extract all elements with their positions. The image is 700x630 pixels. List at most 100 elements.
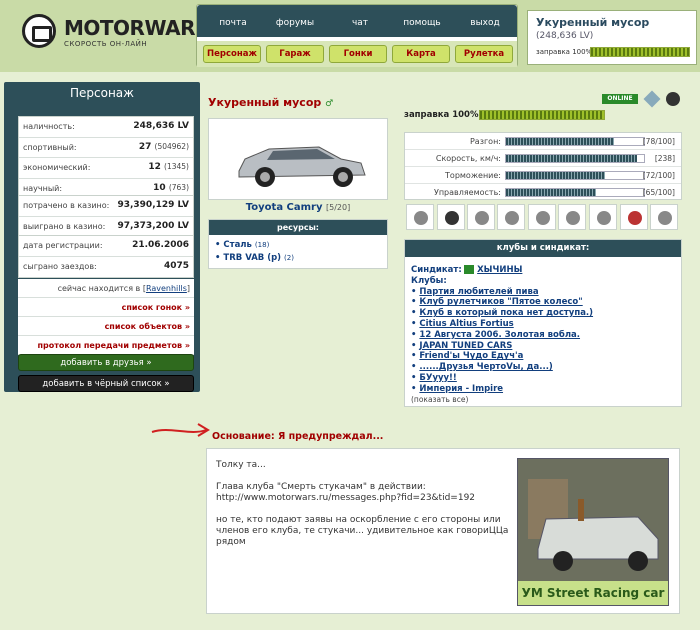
club-item[interactable]: Клуб рулетчиков "Пятое колесо" [411,297,675,308]
profile-fuel-bar [479,110,605,120]
part-wiring-icon[interactable] [620,204,648,230]
fuel-label: заправка 100% [536,48,593,56]
nav-mail[interactable]: почта [203,18,263,28]
stats-box-casino: потрачено в казино: 93,390,129 LV выигран… [18,195,194,238]
stat-row: потрачено в казино: 93,390,129 LV [19,196,193,217]
part-turbo-icon[interactable] [558,204,586,230]
stat-label: дата регистрации: [23,241,103,250]
part-exhaust-icon[interactable] [467,204,495,230]
resource-item[interactable]: Сталь (18) [215,240,381,250]
stat-row: дата регистрации: 21.06.2006 [19,236,193,257]
stat-label: научный: [23,183,63,193]
club-item[interactable]: Партия любителей пива [411,287,675,298]
stat-label: сыграно заездов: [23,261,97,271]
syndicate-link[interactable]: ХЫЧИНЫ [477,265,522,275]
club-item[interactable]: БУууу!! [411,373,675,384]
show-all-clubs-link[interactable]: (показать все) [411,395,468,404]
red-arrow-icon [151,423,210,437]
nav-races-button[interactable]: Гонки [329,45,387,63]
message-text: Толку та... Глава клуба "Смерть стукачам… [216,460,516,559]
diamond-icon[interactable] [643,90,661,108]
nav-forums[interactable]: форумы [265,18,325,28]
top-navigation: почта форумы чат помощь выход Персонаж Г… [196,4,518,67]
club-item[interactable]: JAPAN TUNED CARS [411,341,675,352]
logo-tagline: СКОРОСТЬ ОН-ЛАЙН [64,40,148,48]
nav-map-button[interactable]: Карта [392,45,450,63]
logo-icon [22,14,56,48]
message-paragraph: Толку та... [216,460,266,470]
car-icon [238,146,366,187]
part-disc-icon[interactable] [528,204,556,230]
part-filter-icon[interactable] [650,204,678,230]
object-list-link[interactable]: список объектов » [18,317,194,336]
profile-name: Укуренный мусор ♂ [208,96,334,109]
club-item[interactable]: Friend'ы Чудо Едуч'а [411,351,675,362]
part-tire-icon[interactable] [437,204,465,230]
stat-row: наличность: 248,636 LV [19,117,193,138]
add-blacklist-button[interactable]: добавить в чёрный список » [18,375,194,392]
stat-value: 10 (763) [153,182,189,193]
stat-label: экономический: [23,163,91,172]
links-box: сейчас находится в [Ravenhills] список г… [18,279,194,355]
club-item[interactable]: 12 Августа 2006. Золотая вобла. [411,330,675,341]
online-badge: ONLINE [602,94,638,104]
club-item[interactable]: Клуб в который пока нет доступа.) [411,308,675,319]
resources-box: ресурсы: Сталь (18) TRB VAB (p) (2) [208,219,388,269]
stat-row: экономический: 12 (1345) [19,158,193,179]
image-caption: УМ Street Racing car [518,581,668,605]
nav-secondary: Персонаж Гараж Гонки Карта Рулетка [197,41,517,67]
club-item[interactable]: Citius Altius Fortius [411,319,675,330]
nav-roulette-button[interactable]: Рулетка [455,45,513,63]
stat-label: наличность: [23,122,75,131]
club-item[interactable]: Империя - Impire [411,384,675,395]
stat-value: 27 (504962) [138,141,189,152]
stat-value: 97,373,200 LV [117,220,189,231]
ban-reason: Основание: Я предупреждал... [212,431,384,442]
clubs-label: Клубы: [411,275,447,286]
add-friend-button[interactable]: добавить в друзья » [18,354,194,371]
nav-garage-button[interactable]: Гараж [266,45,324,63]
resource-item[interactable]: TRB VAB (p) (2) [215,253,381,263]
stat-brake: Торможение: [72/100] [405,167,681,184]
message-image: УМ Street Racing car [517,458,669,606]
stat-label: выиграно в казино: [23,221,106,231]
fuel-bar [590,47,690,57]
club-item[interactable]: ......Друзья ЧертоVы, да...) [411,362,675,373]
site-logo[interactable]: MOTORWARS.RU СКОРОСТЬ ОН-ЛАЙН [22,14,247,54]
resources-title: ресурсы: [209,220,387,235]
syndicate-flag-icon [464,265,475,274]
nav-character-button[interactable]: Персонаж [203,45,261,63]
clubs-box: клубы и синдикат: Синдикат: ХЫЧИНЫ Клубы… [404,239,682,407]
stat-value: 248,636 LV [133,121,189,131]
stat-value: 93,390,129 LV [117,200,189,210]
avatar-icon[interactable] [666,92,680,106]
part-suspension-icon[interactable] [406,204,434,230]
stat-label: спортивный: [23,142,77,152]
nav-help[interactable]: помощь [392,18,452,28]
car-stats: Разгон: [78/100] Скорость, км/ч: [238] Тор… [404,132,682,200]
message-paragraph: но те, кто подают заявы на оскорбление с… [216,515,509,547]
stat-speed: Скорость, км/ч: [238] [405,150,681,167]
location-text: сейчас находится в [Ravenhills] [18,279,194,298]
stat-value: 4075 [163,260,189,271]
stat-value: 12 (1345) [148,162,189,172]
stat-label: потрачено в казино: [23,201,110,210]
car-name[interactable]: Toyota Camry [5/20] [208,202,388,213]
car-image [208,118,388,200]
part-engine-icon[interactable] [589,204,617,230]
user-balance: (248,636 LV) [536,31,594,41]
transfer-log-link[interactable]: протокол передачи предметов » [18,336,194,355]
clubs-title: клубы и синдикат: [405,240,681,257]
race-list-link[interactable]: список гонок » [18,298,194,317]
character-panel: Персонаж наличность: 248,636 LV спортивны… [4,82,200,392]
location-link[interactable]: Ravenhills [146,284,187,293]
nav-logout[interactable]: выход [455,18,515,28]
part-intake-icon[interactable] [497,204,525,230]
nav-chat[interactable]: чат [330,18,390,28]
user-name: Укуренный мусор [536,16,650,29]
user-box: Укуренный мусор (248,636 LV) заправка 10… [527,10,697,65]
profile-fuel-label: заправка 100% [404,110,479,120]
stat-row: спортивный: 27 (504962) [19,138,193,158]
stats-box-money: наличность: 248,636 LV спортивный: 27 (504… [18,116,194,200]
stat-handling: Управляемость: [65/100] [433,188,675,197]
